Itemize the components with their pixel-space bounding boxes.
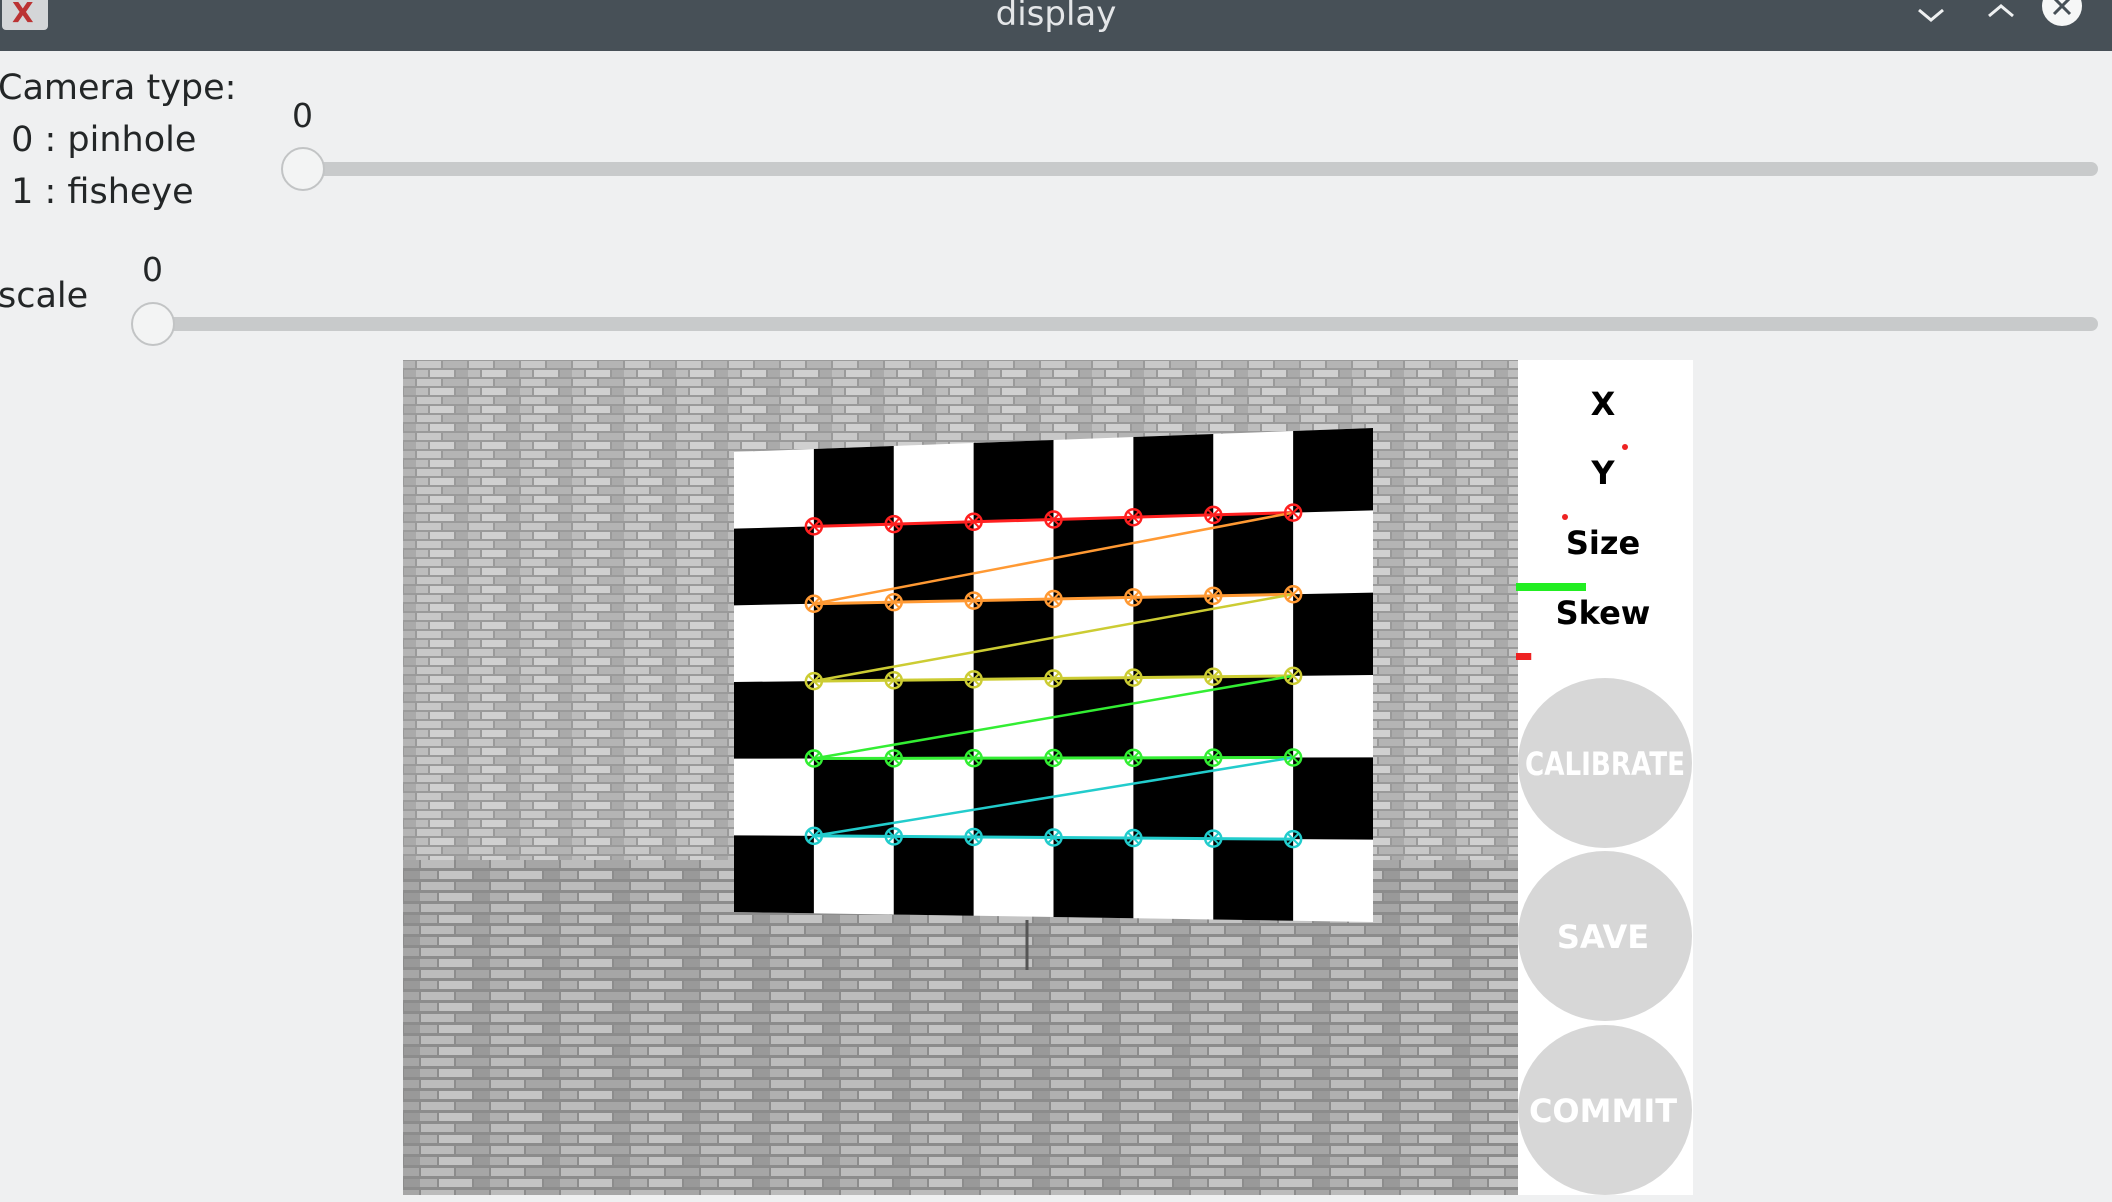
checkerboard-square xyxy=(893,679,974,759)
camera-type-slider-handle[interactable] xyxy=(281,147,325,191)
checkerboard-square xyxy=(734,681,814,759)
camera-type-value: 0 xyxy=(292,96,313,135)
checkerboard-square xyxy=(1293,592,1373,676)
camera-type-slider-track[interactable] xyxy=(283,162,2098,176)
camera-type-option-pinhole: 0 : pinhole xyxy=(0,120,197,160)
save-button-label: SAVE xyxy=(1557,918,1649,956)
checkerboard-square xyxy=(1053,677,1134,758)
progress-size-bar xyxy=(1516,583,1586,591)
checkerboard-square xyxy=(734,526,814,606)
commit-button-label: COMMIT xyxy=(1529,1092,1677,1130)
checkerboard-square xyxy=(973,440,1054,522)
calibration-image-canvas: X Y Size Skew CALIBRATE SAVE COMMIT xyxy=(403,360,1693,1195)
progress-skew-bar xyxy=(1516,653,1532,660)
checkerboard-square xyxy=(1053,837,1134,919)
progress-y-label: Y xyxy=(1590,454,1615,492)
checkerboard-square xyxy=(893,521,974,603)
scale-label: scale xyxy=(0,276,89,316)
progress-size-marker xyxy=(1562,514,1568,520)
title-bar: X display xyxy=(0,0,2112,51)
progress-y-marker xyxy=(1622,444,1628,450)
checkerboard-square xyxy=(1133,595,1214,678)
progress-x-label: X xyxy=(1591,385,1616,423)
calibrate-button-label: CALIBRATE xyxy=(1525,745,1685,783)
save-button[interactable]: SAVE xyxy=(1518,851,1692,1021)
scale-value: 0 xyxy=(142,250,163,289)
close-icon[interactable] xyxy=(2042,0,2082,26)
checkerboard-square xyxy=(893,836,974,916)
checkerboard-square xyxy=(1293,428,1373,513)
scale-slider-track[interactable] xyxy=(133,317,2098,331)
checkerboard-square xyxy=(813,446,894,527)
maximize-icon[interactable] xyxy=(1985,0,2017,24)
checkerboard-square xyxy=(1213,838,1294,921)
progress-skew-label: Skew xyxy=(1556,594,1651,632)
minimize-icon[interactable] xyxy=(1915,0,1947,28)
camera-type-label: Camera type: xyxy=(0,68,237,108)
checkerboard-square xyxy=(734,835,814,914)
commit-button[interactable]: COMMIT xyxy=(1518,1025,1692,1195)
progress-size-label: Size xyxy=(1566,524,1640,562)
scale-slider-handle[interactable] xyxy=(131,302,175,346)
checkerboard-square xyxy=(1293,757,1373,840)
calibrate-button[interactable]: CALIBRATE xyxy=(1518,678,1692,848)
checkerboard-square xyxy=(1053,517,1134,599)
window-title: display xyxy=(995,0,1117,34)
checkerboard-square xyxy=(1133,757,1214,839)
checkerboard-square xyxy=(1133,434,1214,518)
camera-type-option-fisheye: 1 : fisheye xyxy=(0,172,194,212)
